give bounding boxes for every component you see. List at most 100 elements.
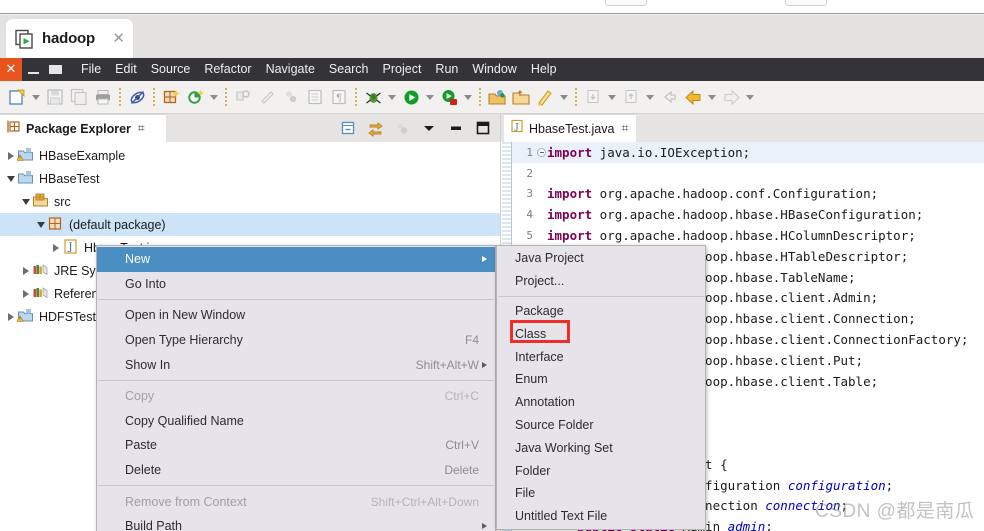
new-submenu-item-class[interactable]: Class [497, 322, 705, 345]
code-line: 5 import org.apache.hadoop.hbase.HColumnD… [512, 225, 984, 246]
toggle-mark-occurrences-icon[interactable] [125, 85, 149, 109]
new-submenu-item-enum[interactable]: Enum [497, 368, 705, 391]
context-menu-item-show-in[interactable]: Show In Shift+Alt+W [97, 352, 495, 377]
toolbar-separator [355, 88, 357, 106]
new-submenu-item-label: Source Folder [515, 417, 594, 432]
new-submenu[interactable]: Java Project Project... Package Class Interf… [496, 245, 706, 530]
tree-item-label: HBaseExample [39, 148, 126, 163]
menu-item-edit[interactable]: Edit [108, 58, 144, 81]
search-icon[interactable] [533, 85, 557, 109]
close-icon[interactable]: ⌗ [621, 121, 628, 136]
toolbar-separator [119, 88, 121, 106]
open-type-icon[interactable] [485, 85, 509, 109]
menu-item-run[interactable]: Run [428, 58, 465, 81]
tab-hbasetest-java[interactable]: J HbaseTest.java ⌗ [504, 114, 637, 142]
chevron-right-icon[interactable] [4, 144, 17, 167]
debug-dropdown[interactable] [385, 85, 399, 109]
new-submenu-item-source-folder[interactable]: Source Folder [497, 414, 705, 437]
window-minimize-button[interactable] [22, 58, 44, 81]
context-menu-item-label: Go Into [125, 276, 166, 291]
new-submenu-item-package[interactable]: Package [497, 300, 705, 323]
new-java-class-dropdown[interactable] [207, 85, 221, 109]
minimize-icon[interactable] [445, 117, 467, 139]
tree-item-label: HDFSTest [39, 309, 96, 324]
context-menu-item-copy-qualified-name[interactable]: Copy Qualified Name [97, 409, 495, 434]
new-submenu-item-label: Interface [515, 349, 564, 364]
toolbar-separator [575, 88, 577, 106]
run-external-icon[interactable] [437, 85, 461, 109]
maximize-icon[interactable] [472, 117, 494, 139]
new-submenu-item-label: Annotation [515, 395, 575, 410]
new-java-class-icon[interactable] [183, 85, 207, 109]
chevron-right-icon[interactable] [19, 282, 32, 305]
debug-icon[interactable] [361, 85, 385, 109]
window-close-button[interactable]: ✕ [0, 58, 22, 81]
context-menu-item-open-type-hierarchy[interactable]: Open Type Hierarchy F4 [97, 328, 495, 353]
new-submenu-item-java-project[interactable]: Java Project [497, 247, 705, 270]
new-submenu-item-annotation[interactable]: Annotation [497, 391, 705, 414]
chevron-right-icon[interactable] [49, 236, 62, 259]
context-menu-item-open-in-new-window[interactable]: Open in New Window [97, 303, 495, 328]
chrome-ghost-button-2 [785, 0, 827, 6]
menu-item-refactor[interactable]: Refactor [197, 58, 258, 81]
close-icon: ✕ [5, 62, 17, 77]
tree-item-hbasetest[interactable]: HBaseTest [0, 167, 500, 190]
svg-text:!: ! [19, 156, 20, 162]
search-dropdown[interactable] [557, 85, 571, 109]
code-token: configuration [787, 477, 886, 493]
fold-collapse-icon[interactable] [536, 147, 547, 157]
chevron-down-icon[interactable] [19, 190, 32, 213]
link-with-editor-icon[interactable] [364, 117, 386, 139]
new-wizard-icon[interactable] [5, 85, 29, 109]
java-project-icon [17, 169, 36, 188]
context-menu[interactable]: New Go Into Open in New Window Open Type Hi… [96, 245, 496, 531]
library-icon [32, 261, 51, 280]
menu-item-source[interactable]: Source [144, 58, 198, 81]
new-submenu-item-untitled-text-file[interactable]: Untitled Text File [497, 505, 705, 528]
line-number: 4 [526, 208, 533, 222]
menu-item-project[interactable]: Project [376, 58, 429, 81]
chevron-down-icon[interactable] [34, 213, 47, 236]
code-token: ; [765, 519, 773, 531]
context-menu-item-paste[interactable]: Paste Ctrl+V [97, 433, 495, 458]
collapse-all-icon[interactable] [337, 117, 359, 139]
chevron-right-icon[interactable] [4, 305, 17, 328]
context-menu-item-delete[interactable]: Delete Delete [97, 458, 495, 483]
previous-annotation-dropdown [643, 85, 657, 109]
window-maximize-button[interactable] [44, 58, 66, 81]
chevron-right-icon[interactable] [19, 259, 32, 282]
new-wizard-dropdown[interactable] [29, 85, 43, 109]
new-submenu-item-file[interactable]: File [497, 482, 705, 505]
menu-item-help[interactable]: Help [524, 58, 564, 81]
new-submenu-item-folder[interactable]: Folder [497, 459, 705, 482]
context-menu-item-build-path[interactable]: Build Path [97, 514, 495, 531]
menu-item-file[interactable]: File [74, 58, 108, 81]
close-icon[interactable]: ✕ [112, 31, 125, 46]
menu-item-search[interactable]: Search [322, 58, 376, 81]
run-dropdown[interactable] [423, 85, 437, 109]
view-menu-icon[interactable] [418, 117, 440, 139]
maximize-icon [48, 65, 62, 74]
close-icon[interactable]: ⌗ [138, 121, 145, 136]
menu-item-navigate[interactable]: Navigate [259, 58, 322, 81]
new-submenu-item-java-working-set[interactable]: Java Working Set [497, 436, 705, 459]
back-icon[interactable] [681, 85, 705, 109]
open-task-dialog-icon[interactable] [509, 85, 533, 109]
context-menu-item-shortcut: Ctrl+C [444, 389, 479, 404]
context-menu-item-new[interactable]: New [97, 247, 495, 272]
tree-item-src[interactable]: src [0, 190, 500, 213]
context-menu-item-go-into[interactable]: Go Into [97, 272, 495, 297]
main-toolbar: ¶ [0, 81, 984, 114]
new-submenu-item-interface[interactable]: Interface [497, 345, 705, 368]
menu-item-window[interactable]: Window [465, 58, 523, 81]
new-java-package-icon[interactable] [159, 85, 183, 109]
tab-package-explorer[interactable]: Package Explorer ⌗ [0, 114, 166, 142]
new-submenu-item-project[interactable]: Project... [497, 270, 705, 293]
tree-item-default-package[interactable]: (default package) [0, 213, 500, 236]
run-icon[interactable] [399, 85, 423, 109]
run-external-dropdown[interactable] [461, 85, 475, 109]
chevron-down-icon[interactable] [4, 167, 17, 190]
application-tab-hadoop[interactable]: hadoop ✕ [6, 19, 133, 58]
back-dropdown[interactable] [705, 85, 719, 109]
tree-item-hbaseexample[interactable]: ! HBaseExample [0, 144, 500, 167]
